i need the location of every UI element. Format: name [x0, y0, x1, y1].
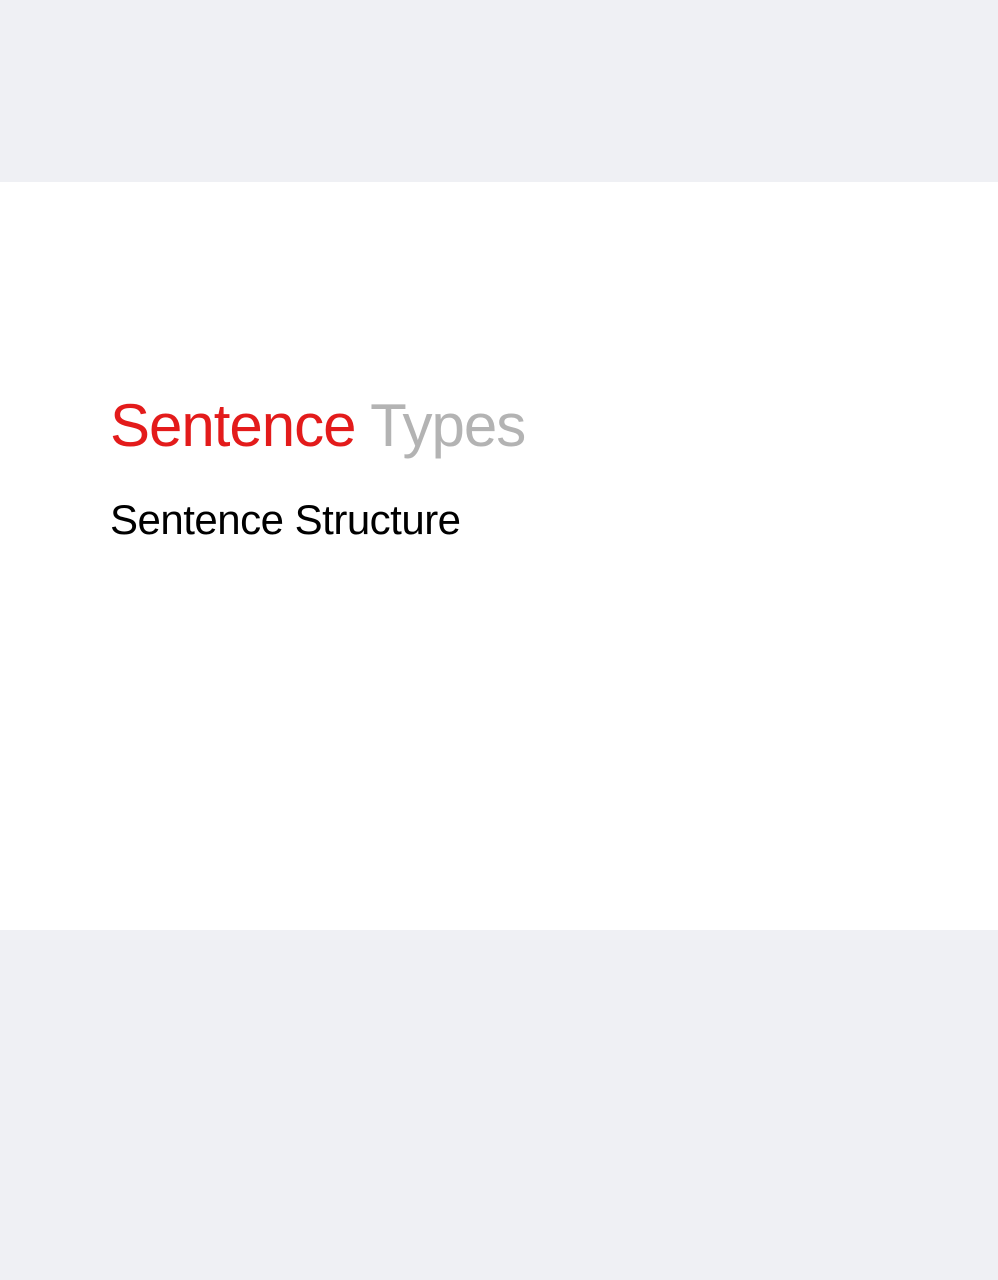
slide-page [0, 182, 998, 930]
slide-title: Sentence Types [110, 390, 526, 462]
slide-title-secondary: Types [370, 392, 526, 459]
slide-subtitle: Sentence Structure [110, 496, 461, 543]
slide-title-primary: Sentence [110, 392, 357, 459]
